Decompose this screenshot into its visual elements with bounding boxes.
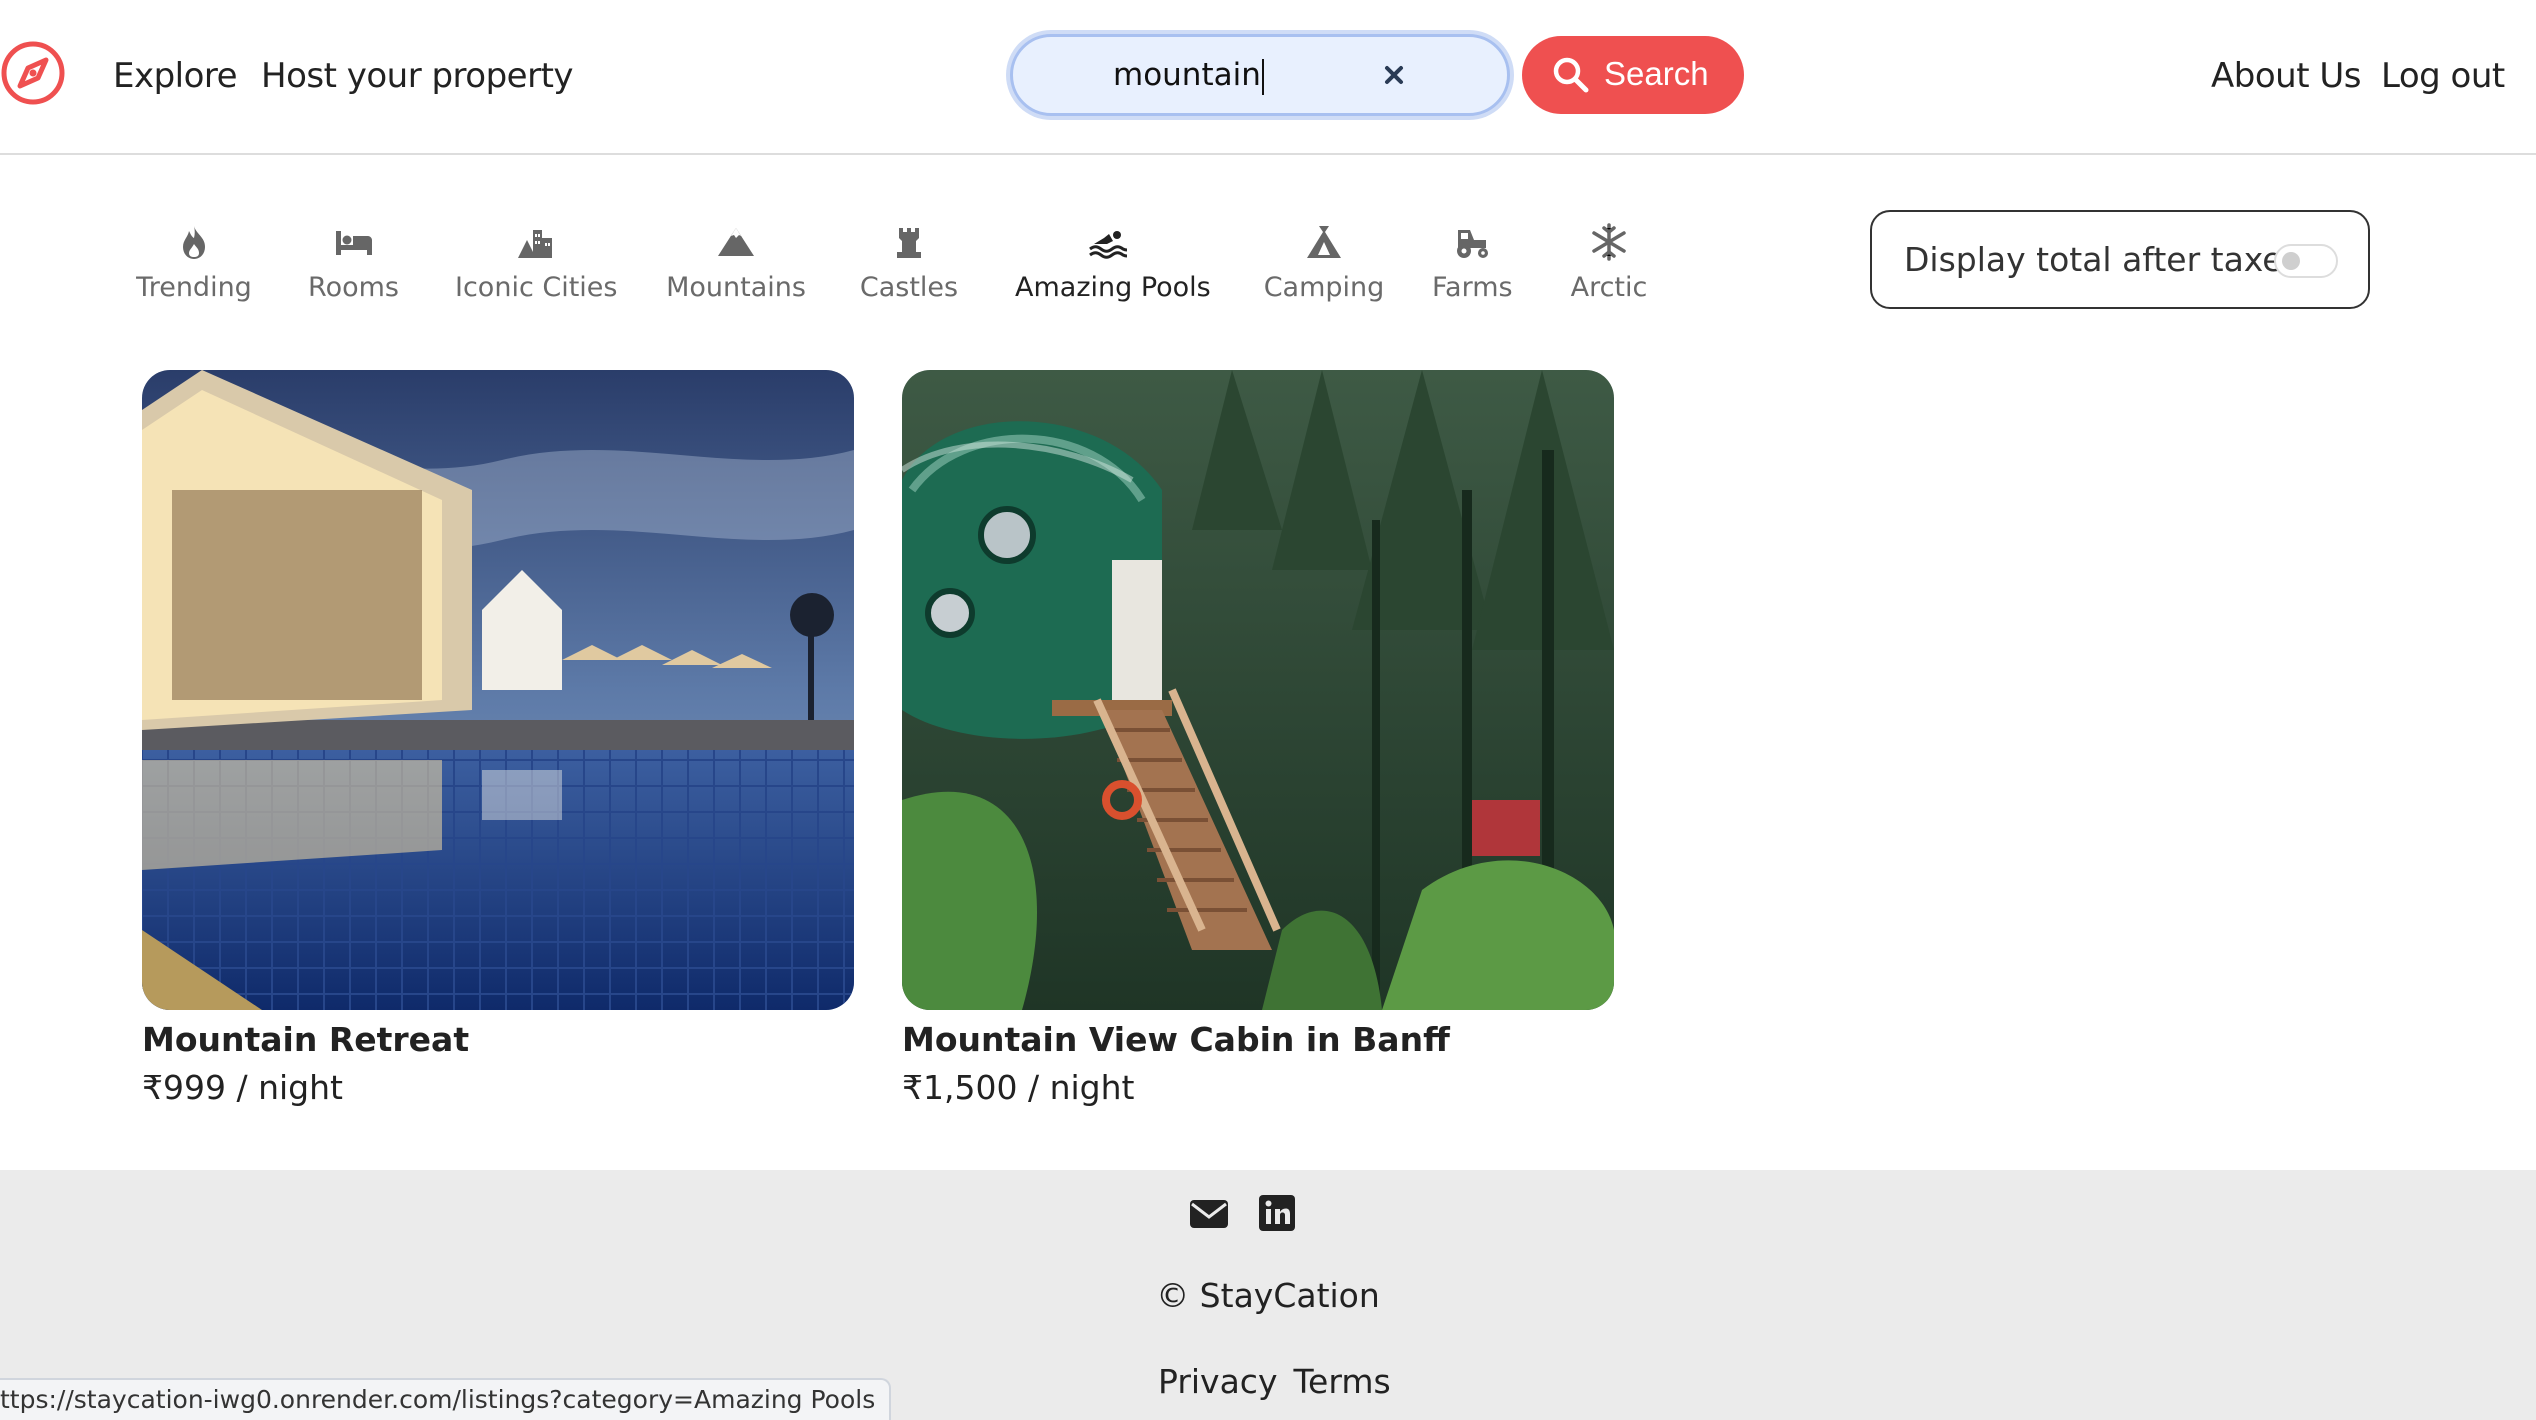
- text-caret: [1261, 58, 1264, 95]
- category-label: Amazing Pools: [1015, 272, 1211, 303]
- nav-about-us-link[interactable]: About Us: [2211, 50, 2361, 102]
- listing-price: ₹1,500 / night: [902, 1068, 1135, 1107]
- linkedin-icon[interactable]: [1256, 1192, 1298, 1234]
- category-camping[interactable]: Camping: [1254, 222, 1394, 312]
- snowflake-icon: [1592, 223, 1626, 261]
- toggle-knob: [2282, 252, 2300, 270]
- listing-title[interactable]: Mountain Retreat: [142, 1016, 854, 1064]
- listing-title[interactable]: Mountain View Cabin in Banff: [902, 1016, 1614, 1064]
- envelope-icon[interactable]: [1188, 1192, 1230, 1234]
- category-rooms[interactable]: Rooms: [301, 222, 406, 312]
- category-label: Camping: [1263, 272, 1385, 303]
- listing-card[interactable]: Mountain Retreat ₹999 / night: [142, 370, 854, 1112]
- footer-links: Privacy Terms: [1158, 1358, 1407, 1406]
- search-input-value[interactable]: mountain: [1113, 51, 1264, 99]
- category-mountains[interactable]: Mountains: [666, 222, 806, 312]
- copyright-text: © StayCation: [1156, 1276, 1380, 1315]
- category-farms[interactable]: Farms: [1432, 222, 1513, 312]
- tractor-icon: [1457, 230, 1488, 258]
- category-label: Castles: [859, 272, 959, 303]
- listing-image[interactable]: [902, 370, 1614, 1010]
- swimmer-icon: [1088, 231, 1127, 259]
- listing-card[interactable]: Mountain View Cabin in Banff ₹1,500 / ni…: [902, 370, 1614, 1112]
- tax-toggle[interactable]: Display total after taxes: [1870, 210, 2370, 309]
- privacy-link[interactable]: Privacy: [1158, 1362, 1277, 1401]
- category-label: Arctic: [1570, 272, 1648, 303]
- category-iconic-cities[interactable]: Iconic Cities: [455, 222, 618, 312]
- listing-image[interactable]: [142, 370, 854, 1010]
- compass-logo-icon[interactable]: [0, 38, 70, 108]
- category-label: Iconic Cities: [455, 272, 618, 303]
- clear-icon[interactable]: [1378, 59, 1410, 91]
- category-label: Rooms: [308, 272, 399, 303]
- nav-explore-link[interactable]: Explore: [113, 50, 238, 102]
- category-arctic[interactable]: Arctic: [1568, 222, 1650, 312]
- mountain-icon: [718, 228, 754, 256]
- search-button[interactable]: Search: [1522, 36, 1744, 114]
- tent-icon: [1307, 226, 1341, 258]
- nav-logout-link[interactable]: Log out: [2381, 50, 2505, 102]
- category-label: Farms: [1432, 272, 1513, 303]
- bed-icon: [335, 231, 372, 255]
- category-castles[interactable]: Castles: [857, 222, 961, 312]
- fire-icon: [183, 226, 205, 259]
- terms-link[interactable]: Terms: [1293, 1362, 1390, 1401]
- category-trending[interactable]: Trending: [134, 222, 254, 312]
- nav-host-property-link[interactable]: Host your property: [261, 50, 574, 102]
- search-icon: [1553, 57, 1589, 93]
- category-label: Trending: [136, 272, 252, 303]
- city-icon: [518, 230, 552, 258]
- tax-toggle-switch[interactable]: [2274, 244, 2338, 278]
- tax-toggle-label: Display total after taxes: [1904, 240, 2300, 279]
- navbar: Explore Host your property mountain Sear…: [0, 0, 2536, 155]
- listing-price: ₹999 / night: [142, 1068, 343, 1107]
- castle-icon: [897, 228, 921, 258]
- category-label: Mountains: [666, 272, 806, 303]
- search-input[interactable]: mountain: [1010, 34, 1510, 116]
- browser-status-url: ttps://staycation-iwg0.onrender.com/list…: [0, 1378, 892, 1420]
- search-button-label: Search: [1604, 55, 1709, 92]
- category-amazing-pools[interactable]: Amazing Pools: [1015, 222, 1211, 312]
